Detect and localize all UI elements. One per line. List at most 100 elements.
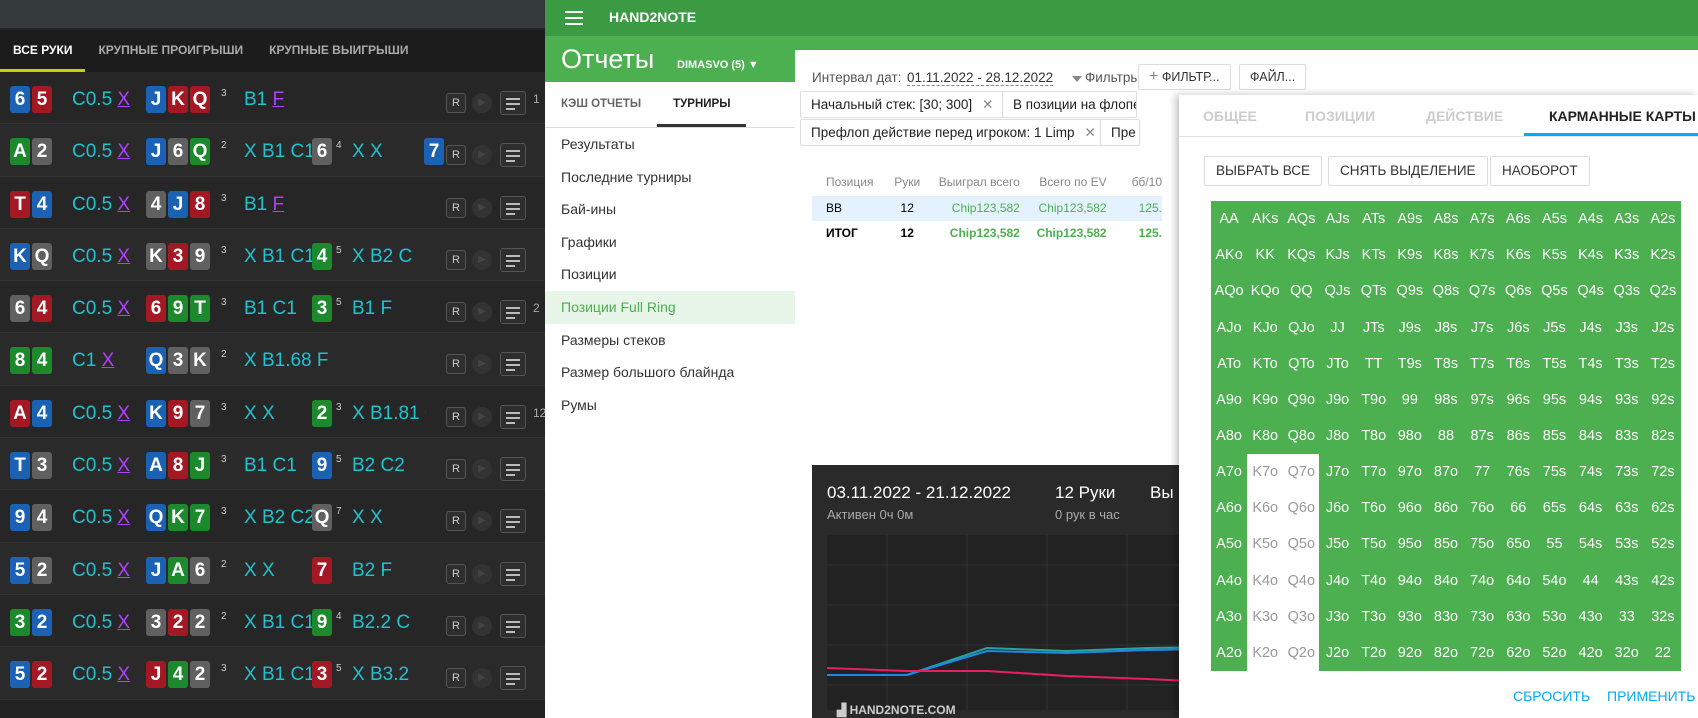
hand-cell[interactable]: 73o [1464,598,1501,635]
hand-cell[interactable]: QQ [1283,273,1320,310]
hand-cell[interactable]: 87s [1464,417,1501,455]
hand-cell[interactable]: A4s [1572,201,1609,238]
tab-big-wins[interactable]: КРУПНЫЕ ВЫИГРЫШИ [256,30,421,72]
hand-cell[interactable]: Q6o [1283,490,1320,527]
play-icon[interactable]: ▶ [472,511,492,532]
hand-cell[interactable]: 82o [1427,634,1465,671]
hand-cell[interactable]: A8s [1427,201,1465,238]
hand-cell[interactable]: 52s [1644,526,1681,563]
hand-cell[interactable]: 54s [1572,526,1609,563]
replay-button[interactable]: R [446,354,466,375]
hand-cell[interactable]: 93o [1391,598,1428,635]
hand-cell[interactable]: 96o [1391,490,1428,527]
hand-cell[interactable]: 52o [1536,634,1573,671]
hand-cell[interactable]: 42o [1572,634,1609,671]
hand-cell[interactable]: J3o [1319,598,1356,635]
replay-button[interactable]: R [446,406,466,427]
apply-button[interactable]: ПРИМЕНИТЬ [1607,688,1695,704]
hand-cell[interactable]: A9o [1211,381,1248,418]
hand-cell[interactable]: A5o [1211,526,1248,563]
hand-cell[interactable]: 92o [1391,634,1428,671]
hand-cell[interactable]: T7s [1464,345,1501,382]
table-row[interactable]: BB 12 Chip123,582 Chip123,582 125. [812,196,1162,221]
hand-cell[interactable]: A6o [1211,490,1248,527]
hand-cell[interactable]: 87o [1427,454,1465,491]
hand-cell[interactable]: KQo [1247,273,1284,310]
column-header[interactable]: Руки [887,168,928,196]
notes-icon[interactable] [500,300,526,325]
hand-cell[interactable]: 96s [1500,381,1537,418]
notes-icon[interactable] [500,509,526,534]
replay-button[interactable]: R [446,145,466,166]
hand-cell[interactable]: K2s [1644,237,1681,274]
hand-cell[interactable]: J2s [1644,309,1681,346]
hand-cell[interactable]: 72o [1464,634,1501,671]
play-icon[interactable]: ▶ [472,302,492,323]
hand-cell[interactable]: Q9s [1391,273,1428,310]
tab-hole-cards[interactable]: КАРМАННЫЕ КАРТЫ [1549,108,1696,124]
hand-cell[interactable]: 32s [1644,598,1681,635]
hand-cell[interactable]: 54o [1536,562,1573,599]
hand-cell[interactable]: K8s [1427,237,1465,274]
hand-row[interactable]: 5 2 C0.5 XJA62X X 7 B2 F R ▶ [0,542,545,595]
replay-button[interactable]: R [446,668,466,689]
close-icon[interactable]: ✕ [1084,125,1095,140]
tab-tournaments[interactable]: ТУРНИРЫ [657,82,747,127]
tab-action[interactable]: ДЕЙСТВИЕ [1426,108,1503,124]
hand-cell[interactable]: K6o [1247,490,1284,527]
hand-cell[interactable]: 53o [1536,598,1573,635]
hand-cell[interactable]: 63o [1500,598,1537,635]
hand-cell[interactable]: 22 [1644,634,1681,671]
tab-cash-reports[interactable]: КЭШ ОТЧЕТЫ [545,82,657,127]
hand-cell[interactable]: KQs [1283,237,1320,274]
hand-cell[interactable]: T4o [1355,562,1392,599]
hand-cell[interactable]: K7s [1464,237,1501,274]
hand-cell[interactable]: 85o [1427,526,1465,563]
hand-cell[interactable]: Q5o [1283,526,1320,563]
hand-cell[interactable]: T6s [1500,345,1537,382]
hand-cell[interactable]: 85s [1536,417,1573,455]
hand-cell[interactable]: 82s [1644,417,1681,455]
hand-cell[interactable]: A9s [1391,201,1428,238]
hand-cell[interactable]: AQs [1283,201,1320,238]
hand-cell[interactable]: K9s [1391,237,1428,274]
hand-cell[interactable]: 74s [1572,454,1609,491]
play-icon[interactable]: ▶ [472,563,492,584]
hand-cell[interactable]: 62s [1644,490,1681,527]
hand-cell[interactable]: KTs [1355,237,1392,274]
hand-cell[interactable]: T4s [1572,345,1609,382]
hand-cell[interactable]: AKo [1211,237,1248,274]
hand-cell[interactable]: 53s [1608,526,1645,563]
hand-cell[interactable]: J4o [1319,562,1356,599]
hand-cell[interactable]: 83s [1608,417,1645,455]
hand-cell[interactable]: J6s [1500,309,1537,346]
hand-cell[interactable]: KJs [1319,237,1356,274]
hand-cell[interactable]: Q3s [1608,273,1645,310]
sidebar-item-buyins[interactable]: Бай-ины [545,193,795,226]
hand-cell[interactable]: J3s [1608,309,1645,346]
date-interval-select[interactable]: 01.11.2022 - 28.12.2022 [907,70,1054,86]
hand-cell[interactable]: 76o [1464,490,1501,527]
hand-cell[interactable]: 77 [1464,454,1501,491]
sidebar-item-recent-tournaments[interactable]: Последние турниры [545,161,795,194]
hand-cell[interactable]: K3o [1247,598,1284,635]
hand-cell[interactable]: K5o [1247,526,1284,563]
hand-cell[interactable]: T8o [1355,417,1392,455]
hand-cell[interactable]: A2s [1644,201,1681,238]
hand-row[interactable]: 5 2 C0.5 XJ423X B1 C1 3 5 X B3.2 R ▶ [0,647,545,700]
hand-cell[interactable]: 98o [1391,417,1428,455]
hand-cell[interactable]: Q7s [1464,273,1501,310]
sidebar-item-big-blind-size[interactable]: Размер большого блайнда [545,356,795,389]
hand-cell[interactable]: 33 [1608,598,1645,635]
hand-cell[interactable]: Q4o [1283,562,1320,599]
hand-cell[interactable]: 72s [1644,454,1681,491]
hand-cell[interactable]: 93s [1608,381,1645,418]
sidebar-item-stack-sizes[interactable]: Размеры стеков [545,324,795,357]
select-all-button[interactable]: ВЫБРАТЬ ВСЕ [1204,156,1323,186]
hand-cell[interactable]: 99 [1391,381,1428,418]
hand-cell[interactable]: K2o [1247,634,1284,671]
hand-row[interactable]: T 4 C0.5 X 4 J 8 3 B1 F R ▶ [0,176,545,229]
add-filter-button[interactable]: + ФИЛЬТР... [1138,64,1231,90]
hand-cell[interactable]: 97o [1391,454,1428,491]
play-icon[interactable]: ▶ [472,145,492,166]
